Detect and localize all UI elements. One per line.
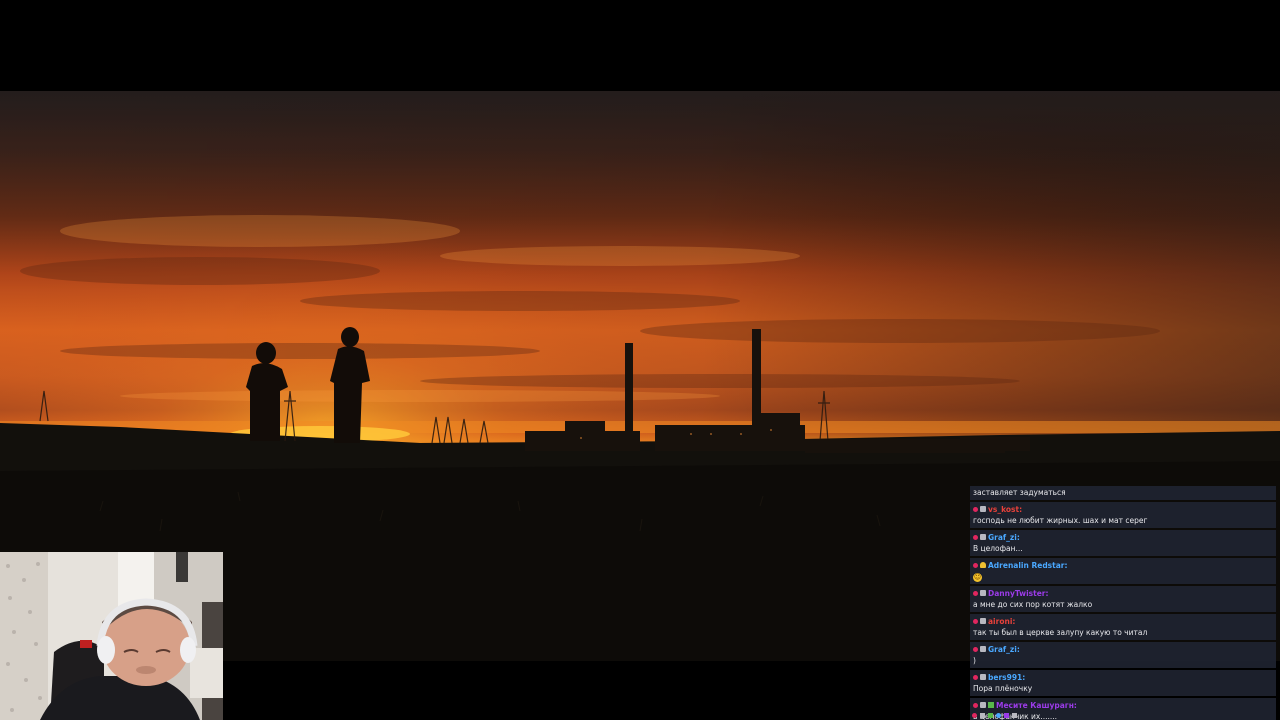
turbo-badge-icon xyxy=(1004,712,1009,718)
headphones-badge-icon xyxy=(980,674,986,680)
subscriber-badge-icon xyxy=(973,590,978,596)
chat-username[interactable]: vs_kost: xyxy=(988,504,1022,515)
subscriber-badge-icon xyxy=(973,506,978,512)
chat-username[interactable]: DannyTwister: xyxy=(988,588,1048,599)
chat-message: vs_kost: господь не любит жирных. шах и … xyxy=(970,502,1276,528)
chat-username[interactable]: Graf_zi: xyxy=(988,532,1020,543)
chat-username[interactable]: Graf_zi: xyxy=(988,644,1020,655)
sub-tier-badge-icon xyxy=(980,618,986,624)
chat-username[interactable]: aironi: xyxy=(988,616,1015,627)
chat-message: DannyTwister: а мне до сих пор котят жал… xyxy=(970,586,1276,612)
chat-message-text: В целофан... xyxy=(973,544,1023,553)
smile-emote-icon: ☺ xyxy=(973,573,982,582)
chat-message-text: заставляет задуматься xyxy=(973,488,1066,497)
gift-badge-icon xyxy=(988,702,994,708)
chat-message-header: aironi: xyxy=(973,615,1273,627)
prime-badge-icon xyxy=(996,712,1001,718)
sub-tier-badge-icon xyxy=(980,534,986,540)
chat-message-text: ☺ xyxy=(973,571,1273,582)
chat-username[interactable]: bers991: xyxy=(988,672,1025,683)
sub-tier-badge-icon xyxy=(980,506,986,512)
chat-username[interactable]: Adrenalin Redstar: xyxy=(988,560,1068,571)
chat-message: заставляет задуматься xyxy=(970,486,1276,500)
chat-message-header: Adrenalin Redstar: xyxy=(973,559,1273,571)
chat-message-text: а мне до сих пор котят жалко xyxy=(973,600,1093,609)
subscriber-badge-icon xyxy=(973,674,978,680)
chat-next-message-preview xyxy=(970,710,1276,720)
chat-message-header: DannyTwister: xyxy=(973,587,1273,599)
sub-tier-badge-icon xyxy=(980,712,985,718)
crown-badge-icon xyxy=(980,562,986,568)
subscriber-badge-icon xyxy=(972,712,977,718)
gift-badge-icon xyxy=(988,712,993,718)
chat-message: aironi: так ты был в церкве залупу какую… xyxy=(970,614,1276,640)
sub-tier-badge-icon xyxy=(980,646,986,652)
chat-message-header: vs_kost: xyxy=(973,503,1273,515)
chat-message-text: ) xyxy=(973,656,976,665)
headphones-badge-icon xyxy=(980,590,986,596)
chat-message-header: Graf_zi: xyxy=(973,643,1273,655)
chat-message-text: Пора плёночку xyxy=(973,684,1033,693)
webcam-overlay xyxy=(0,552,223,720)
chat-message: bers991: Пора плёночку xyxy=(970,670,1276,696)
chat-message-header: Graf_zi: xyxy=(973,531,1273,543)
streamer-camera xyxy=(0,552,223,720)
subscriber-badge-icon xyxy=(973,562,978,568)
chat-message: Graf_zi: ) xyxy=(970,642,1276,668)
chat-message-text: господь не любит жирных. шах и мат серег xyxy=(973,516,1148,525)
chat-message-header: bers991: xyxy=(973,671,1273,683)
subscriber-badge-icon xyxy=(973,646,978,652)
chat-message: Graf_zi: В целофан... xyxy=(970,530,1276,556)
chat-message-text: так ты был в церкве залупу какую то чита… xyxy=(973,628,1148,637)
chat-username[interactable]: Месите Кашурагн: xyxy=(996,700,1077,711)
subscriber-badge-icon xyxy=(973,702,978,708)
chat-overlay: заставляет задуматься vs_kost: господь н… xyxy=(970,486,1276,720)
sub-tier-badge-icon xyxy=(980,702,986,708)
subscriber-badge-icon xyxy=(973,534,978,540)
chat-message: Adrenalin Redstar: ☺ xyxy=(970,558,1276,584)
subscriber-badge-icon xyxy=(973,618,978,624)
stream-player: заставляет задуматься vs_kost: господь н… xyxy=(0,0,1280,720)
bits-badge-icon xyxy=(1012,712,1017,718)
